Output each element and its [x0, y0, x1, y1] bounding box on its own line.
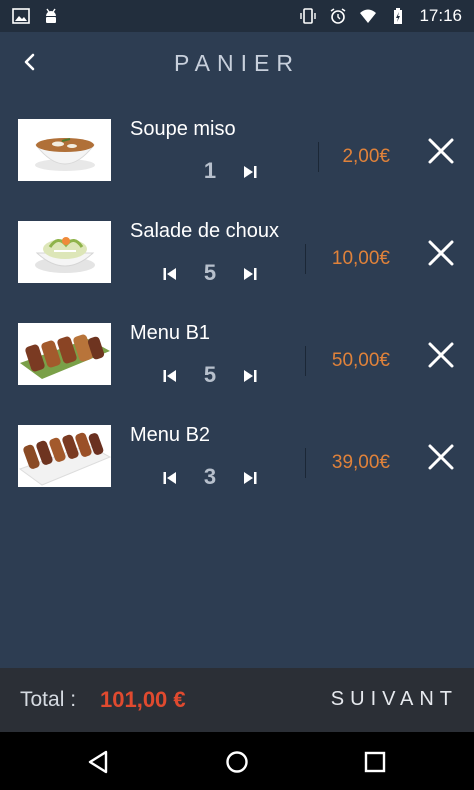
item-thumbnail: [18, 425, 111, 487]
cart-item: Menu B2 3 39,00€: [0, 416, 474, 518]
cart-list: Soupe miso 1 2,00€ Salade de choux 5 10,…: [0, 110, 474, 518]
remove-item-icon[interactable]: [426, 442, 456, 472]
system-nav-bar: [0, 732, 474, 790]
price-divider: [305, 244, 306, 274]
item-thumbnail: [18, 119, 111, 181]
increase-quantity-icon[interactable]: [240, 468, 260, 488]
item-quantity: 5: [203, 260, 217, 285]
cart-item: Salade de choux 5 10,00€: [0, 212, 474, 314]
miso-soup-image: [34, 138, 96, 171]
remove-item-icon[interactable]: [426, 340, 456, 370]
price-divider: [305, 346, 306, 376]
skewers-menu-b2-image: [18, 432, 111, 486]
item-name: Soupe miso: [130, 118, 236, 140]
decrease-quantity-icon[interactable]: [160, 366, 180, 386]
item-price: 50,00€: [331, 350, 390, 371]
total-value: 101,00 €: [100, 687, 186, 712]
battery-charging-icon: [394, 8, 403, 24]
item-quantity: 3: [203, 464, 217, 489]
cart-footer: Total : 101,00 € SUIVANT: [0, 668, 474, 732]
cart-item: Soupe miso 1 2,00€: [0, 110, 474, 212]
app-header: PANIER: [0, 32, 474, 92]
item-name: Salade de choux: [130, 220, 280, 242]
increase-quantity-icon[interactable]: [240, 162, 260, 182]
cart-item: Menu B1 5 50,00€: [0, 314, 474, 416]
remove-item-icon[interactable]: [426, 136, 456, 166]
decrease-quantity-icon[interactable]: [160, 264, 180, 284]
quantity-stepper: 5: [160, 358, 260, 392]
quantity-stepper: 1: [160, 154, 260, 188]
quantity-stepper: 3: [160, 460, 260, 494]
alarm-icon: [331, 8, 346, 24]
total-label: Total :: [20, 688, 77, 711]
status-bar-right: 17:16: [299, 6, 462, 26]
wifi-icon: [360, 9, 377, 23]
android-icon: [46, 8, 56, 23]
skewers-menu-b1-image: [20, 334, 110, 379]
nav-back-icon[interactable]: [84, 748, 112, 776]
status-time: 17:16: [419, 6, 462, 25]
price-divider: [318, 142, 319, 172]
item-quantity: 1: [203, 158, 217, 183]
next-button[interactable]: SUIVANT: [331, 688, 458, 711]
quantity-stepper: 5: [160, 256, 260, 290]
item-thumbnail: [18, 221, 111, 283]
item-quantity: 5: [203, 362, 217, 387]
item-name: Menu B2: [130, 424, 211, 446]
nav-home-icon[interactable]: [223, 748, 251, 776]
vibrate-icon: [300, 8, 317, 24]
image-icon: [12, 8, 30, 24]
nav-recents-icon[interactable]: [361, 748, 389, 776]
cabbage-salad-image: [35, 237, 95, 273]
price-divider: [305, 448, 306, 478]
status-bar-left: [12, 7, 60, 25]
page-title: PANIER: [174, 50, 300, 76]
item-price: 39,00€: [331, 452, 390, 473]
item-price: 2,00€: [342, 146, 390, 167]
item-price: 10,00€: [331, 248, 390, 269]
item-name: Menu B1: [130, 322, 211, 344]
status-bar: 17:16: [0, 0, 474, 32]
decrease-quantity-icon[interactable]: [160, 468, 180, 488]
item-thumbnail: [18, 323, 111, 385]
increase-quantity-icon[interactable]: [240, 264, 260, 284]
remove-item-icon[interactable]: [426, 238, 456, 268]
increase-quantity-icon[interactable]: [240, 366, 260, 386]
